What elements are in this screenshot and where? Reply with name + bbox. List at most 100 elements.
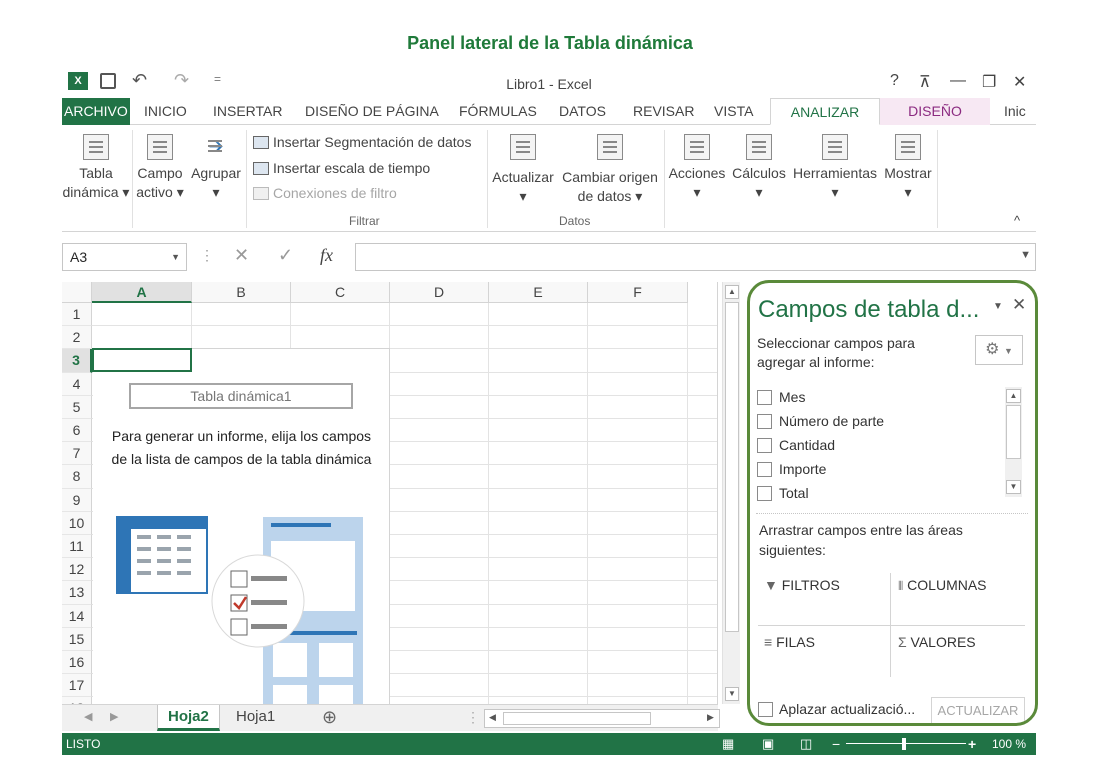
add-sheet-button[interactable]: ⊕: [322, 707, 337, 728]
field-checkbox[interactable]: [757, 462, 772, 477]
tab-datos[interactable]: DATOS: [559, 98, 606, 125]
field-item[interactable]: Número de parte: [757, 409, 884, 433]
row-header-4[interactable]: 4: [62, 372, 92, 396]
row-header-3[interactable]: 3: [62, 349, 92, 373]
defer-update-option[interactable]: Aplazar actualizació...: [758, 701, 915, 717]
sheet-tab-hoja2[interactable]: Hoja2: [157, 705, 220, 731]
page-layout-icon[interactable]: ▣: [762, 733, 774, 755]
update-button[interactable]: ACTUALIZAR: [931, 697, 1025, 723]
filter-connections-button[interactable]: Conexiones de filtro: [253, 182, 397, 204]
tab-diseno[interactable]: DISEÑO: [880, 98, 990, 125]
field-item[interactable]: Total: [757, 481, 809, 505]
vertical-scrollbar[interactable]: ▲ ▼: [722, 282, 740, 704]
insert-timeline-button[interactable]: Insertar escala de tiempo: [253, 157, 430, 179]
horizontal-scroll-thumb[interactable]: [503, 712, 651, 725]
show-button[interactable]: Mostrar ▾: [881, 134, 935, 202]
change-source-button[interactable]: Cambiar origen de datos ▾: [558, 134, 662, 206]
field-list-scroll-thumb[interactable]: [1006, 405, 1021, 459]
worksheet-grid[interactable]: ABCDEF 123456789101112131415161718 Tabla…: [62, 282, 718, 704]
panel-close-icon[interactable]: ✕: [1012, 295, 1026, 315]
field-item[interactable]: Cantidad: [757, 433, 835, 457]
tab-revisar[interactable]: REVISAR: [633, 98, 694, 125]
row-header-15[interactable]: 15: [62, 627, 92, 651]
area-valores[interactable]: Σ VALORES: [898, 634, 976, 650]
row-header-13[interactable]: 13: [62, 581, 92, 605]
tab-analizar[interactable]: ANALIZAR: [770, 98, 880, 125]
row-header-9[interactable]: 9: [62, 488, 92, 512]
zoom-out-button[interactable]: −: [832, 733, 840, 755]
tab-formulas[interactable]: FÓRMULAS: [459, 98, 537, 125]
row-header-1[interactable]: 1: [62, 303, 92, 327]
insert-function-button[interactable]: fx: [320, 245, 333, 266]
column-header-b[interactable]: B: [192, 282, 291, 303]
area-filas[interactable]: ≡ FILAS: [764, 634, 815, 650]
active-field-button[interactable]: Campo activo ▾: [134, 134, 186, 202]
tab-inicio[interactable]: INICIO: [144, 98, 187, 125]
refresh-button[interactable]: Actualizar ▾: [490, 134, 556, 206]
row-header-2[interactable]: 2: [62, 326, 92, 350]
tab-diseno-pagina[interactable]: DISEÑO DE PÁGINA: [305, 98, 439, 125]
column-header-c[interactable]: C: [291, 282, 390, 303]
cancel-entry-button[interactable]: ✕: [234, 245, 249, 266]
panel-layout-button[interactable]: ⚙ ▼: [975, 335, 1023, 365]
horizontal-scrollbar[interactable]: ◀ ▶: [484, 709, 720, 728]
scroll-left-icon[interactable]: ◀: [489, 712, 496, 723]
actions-button[interactable]: Acciones ▾: [666, 134, 728, 202]
name-box[interactable]: A3 ▼: [62, 243, 187, 271]
field-item[interactable]: Importe: [757, 457, 826, 481]
panel-options-icon[interactable]: ▼: [993, 301, 1003, 312]
insert-slicer-button[interactable]: Insertar Segmentación de datos: [253, 131, 471, 153]
tab-overflow[interactable]: Inic: [1004, 98, 1036, 125]
tab-insertar[interactable]: INSERTAR: [213, 98, 283, 125]
page-break-view-icon[interactable]: ◫: [800, 733, 812, 755]
tab-archivo[interactable]: ARCHIVO: [62, 98, 130, 125]
select-all-corner[interactable]: [62, 282, 92, 303]
normal-view-icon[interactable]: ▦: [722, 733, 734, 755]
row-header-17[interactable]: 17: [62, 674, 92, 698]
calculations-button[interactable]: Cálculos ▾: [730, 134, 788, 202]
zoom-slider[interactable]: [846, 743, 966, 744]
scroll-down-icon[interactable]: ▼: [725, 687, 739, 701]
zoom-level[interactable]: 100 %: [992, 733, 1026, 755]
row-header-16[interactable]: 16: [62, 651, 92, 675]
pivot-table-button[interactable]: Tabla dinámica ▾: [62, 134, 130, 202]
help-button[interactable]: ?: [890, 72, 899, 90]
prev-sheet-icon[interactable]: ◀: [84, 710, 92, 723]
area-columnas[interactable]: ⦀ COLUMNAS: [898, 577, 987, 594]
collapse-ribbon-button[interactable]: ^: [1014, 210, 1020, 232]
column-header-d[interactable]: D: [390, 282, 489, 303]
scroll-up-icon[interactable]: ▲: [1006, 389, 1021, 403]
next-sheet-icon[interactable]: ▶: [110, 710, 118, 723]
formula-input[interactable]: ▼: [355, 243, 1036, 271]
group-button[interactable]: ➔ Agrupar ▾: [188, 134, 244, 202]
row-header-10[interactable]: 10: [62, 511, 92, 535]
column-header-a[interactable]: A: [92, 282, 192, 303]
zoom-in-button[interactable]: +: [968, 733, 976, 755]
row-header-14[interactable]: 14: [62, 604, 92, 628]
column-header-e[interactable]: E: [489, 282, 588, 303]
field-checkbox[interactable]: [757, 486, 772, 501]
area-filtros[interactable]: ▼ FILTROS: [764, 577, 840, 593]
field-list-scrollbar[interactable]: ▲ ▼: [1005, 387, 1022, 497]
row-header-18[interactable]: 18: [62, 697, 92, 704]
zoom-slider-thumb[interactable]: [902, 738, 906, 750]
minimize-button[interactable]: —: [950, 72, 966, 90]
scroll-thumb[interactable]: [725, 302, 739, 632]
field-checkbox[interactable]: [757, 414, 772, 429]
expand-formula-icon[interactable]: ▼: [1020, 249, 1031, 261]
row-header-8[interactable]: 8: [62, 465, 92, 489]
row-header-12[interactable]: 12: [62, 558, 92, 582]
close-button[interactable]: ✕: [1013, 72, 1026, 92]
scroll-up-icon[interactable]: ▲: [725, 285, 739, 299]
maximize-button[interactable]: ❐: [982, 72, 996, 92]
field-item[interactable]: Mes: [757, 385, 805, 409]
field-checkbox[interactable]: [757, 438, 772, 453]
row-header-6[interactable]: 6: [62, 419, 92, 443]
ribbon-display-button[interactable]: ⊼: [919, 72, 931, 92]
tab-vista[interactable]: VISTA: [714, 98, 753, 125]
row-header-5[interactable]: 5: [62, 395, 92, 419]
scroll-right-icon[interactable]: ▶: [707, 712, 714, 723]
sheet-tab-hoja1[interactable]: Hoja1: [226, 705, 285, 731]
field-checkbox[interactable]: [757, 390, 772, 405]
defer-update-checkbox[interactable]: [758, 702, 773, 717]
